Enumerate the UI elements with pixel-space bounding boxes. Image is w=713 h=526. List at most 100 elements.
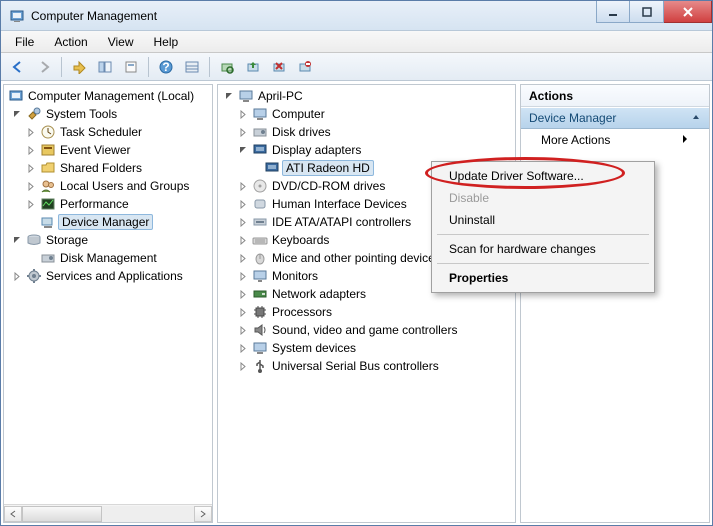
menu-item-label: Scan for hardware changes: [449, 242, 596, 256]
hid-icon: [252, 196, 268, 212]
update-driver-button[interactable]: [242, 56, 264, 78]
device-root[interactable]: April-PC: [218, 87, 515, 105]
tree-shared-folders[interactable]: Shared Folders: [4, 159, 212, 177]
scan-hardware-button[interactable]: [216, 56, 238, 78]
separator: [148, 57, 149, 77]
menu-help[interactable]: Help: [146, 33, 187, 51]
tree-device-manager[interactable]: Device Manager: [4, 213, 212, 231]
tree-label: Sound, video and game controllers: [270, 323, 459, 337]
context-update-driver[interactable]: Update Driver Software...: [435, 165, 651, 187]
scroll-left-button[interactable]: [4, 506, 22, 522]
services-icon: [26, 268, 42, 284]
collapse-icon[interactable]: [10, 236, 24, 245]
context-disable[interactable]: Disable: [435, 187, 651, 209]
expand-icon[interactable]: [24, 164, 38, 173]
minimize-button[interactable]: [596, 1, 630, 23]
computer-icon: [238, 88, 254, 104]
tree-local-users[interactable]: Local Users and Groups: [4, 177, 212, 195]
collapse-icon[interactable]: [222, 92, 236, 101]
keyboard-icon: [252, 232, 268, 248]
actions-more[interactable]: More Actions: [521, 129, 709, 151]
menu-action[interactable]: Action: [46, 33, 95, 51]
actions-pane: Actions Device Manager More Actions: [520, 84, 710, 523]
expand-icon[interactable]: [236, 272, 250, 281]
menu-item-label: Properties: [449, 271, 508, 285]
back-button[interactable]: [7, 56, 29, 78]
display-adapter-icon: [264, 160, 280, 176]
menu-separator: [437, 234, 649, 235]
maximize-button[interactable]: [630, 1, 664, 23]
expand-icon[interactable]: [10, 272, 24, 281]
tree-event-viewer[interactable]: Event Viewer: [4, 141, 212, 159]
context-properties[interactable]: Properties: [435, 267, 651, 289]
tree-task-scheduler[interactable]: Task Scheduler: [4, 123, 212, 141]
expand-icon[interactable]: [236, 218, 250, 227]
forward-button[interactable]: [33, 56, 55, 78]
expand-icon[interactable]: [236, 290, 250, 299]
uninstall-device-button[interactable]: [268, 56, 290, 78]
mouse-icon: [252, 250, 268, 266]
expand-icon[interactable]: [236, 326, 250, 335]
expand-icon[interactable]: [236, 110, 250, 119]
tree-storage[interactable]: Storage: [4, 231, 212, 249]
expand-icon[interactable]: [236, 344, 250, 353]
sound-icon: [252, 322, 268, 338]
disable-device-button[interactable]: [294, 56, 316, 78]
menu-file[interactable]: File: [7, 33, 42, 51]
collapse-icon: [691, 111, 701, 125]
console-tree[interactable]: Computer Management (Local) System Tools…: [4, 85, 212, 504]
show-hide-tree-button[interactable]: [94, 56, 116, 78]
device-usb[interactable]: Universal Serial Bus controllers: [218, 357, 515, 375]
device-disk-drives[interactable]: Disk drives: [218, 123, 515, 141]
up-button[interactable]: [68, 56, 90, 78]
expand-icon[interactable]: [236, 254, 250, 263]
separator: [209, 57, 210, 77]
tree-label: Services and Applications: [44, 269, 185, 283]
expand-icon[interactable]: [236, 236, 250, 245]
expand-icon[interactable]: [236, 200, 250, 209]
console-tree-pane: Computer Management (Local) System Tools…: [3, 84, 213, 523]
shared-folder-icon: [40, 160, 56, 176]
menu-view[interactable]: View: [100, 33, 142, 51]
tree-label: Device Manager: [58, 214, 153, 230]
expand-icon[interactable]: [236, 308, 250, 317]
context-scan-hardware[interactable]: Scan for hardware changes: [435, 238, 651, 260]
scroll-right-button[interactable]: [194, 506, 212, 522]
device-tree-pane: April-PC Computer Disk drives Display ad…: [217, 84, 516, 523]
tree-performance[interactable]: Performance: [4, 195, 212, 213]
close-button[interactable]: [664, 1, 712, 23]
device-computer[interactable]: Computer: [218, 105, 515, 123]
context-uninstall[interactable]: Uninstall: [435, 209, 651, 231]
device-display-adapters[interactable]: Display adapters: [218, 141, 515, 159]
tree-disk-management[interactable]: Disk Management: [4, 249, 212, 267]
collapse-icon[interactable]: [10, 110, 24, 119]
expand-icon[interactable]: [236, 182, 250, 191]
device-tree[interactable]: April-PC Computer Disk drives Display ad…: [218, 85, 515, 522]
expand-icon[interactable]: [236, 128, 250, 137]
collapse-icon[interactable]: [236, 146, 250, 155]
properties-button[interactable]: [120, 56, 142, 78]
tree-system-tools[interactable]: System Tools: [4, 105, 212, 123]
device-system-devices[interactable]: System devices: [218, 339, 515, 357]
horizontal-scrollbar[interactable]: [4, 504, 212, 522]
view-mode-button[interactable]: [181, 56, 203, 78]
tree-label: ATI Radeon HD: [282, 160, 374, 176]
tree-label: Network adapters: [270, 287, 368, 301]
clock-icon: [40, 124, 56, 140]
expand-icon[interactable]: [24, 182, 38, 191]
scroll-track[interactable]: [22, 506, 194, 522]
device-sound[interactable]: Sound, video and game controllers: [218, 321, 515, 339]
expand-icon[interactable]: [24, 200, 38, 209]
tree-label: Keyboards: [270, 233, 331, 247]
tree-services[interactable]: Services and Applications: [4, 267, 212, 285]
performance-icon: [40, 196, 56, 212]
scroll-thumb[interactable]: [22, 506, 102, 522]
display-adapter-icon: [252, 142, 268, 158]
actions-section[interactable]: Device Manager: [521, 107, 709, 129]
tree-root[interactable]: Computer Management (Local): [4, 87, 212, 105]
expand-icon[interactable]: [236, 362, 250, 371]
device-processors[interactable]: Processors: [218, 303, 515, 321]
help-button[interactable]: ?: [155, 56, 177, 78]
expand-icon[interactable]: [24, 128, 38, 137]
expand-icon[interactable]: [24, 146, 38, 155]
